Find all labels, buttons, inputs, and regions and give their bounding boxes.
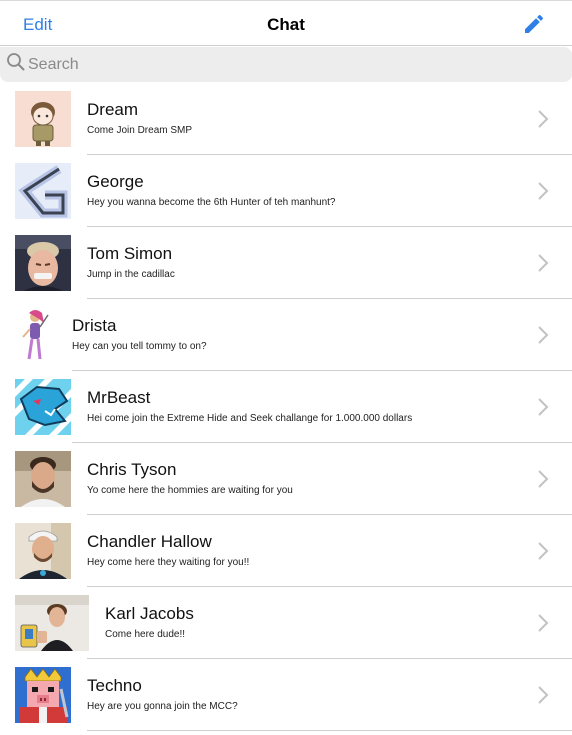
- contact-name: Tom Simon: [87, 244, 173, 263]
- page-title: Chat: [267, 15, 305, 34]
- message-preview: Hei come join the Extreme Hide and Seek …: [87, 413, 413, 424]
- contact-name: Dream: [87, 100, 139, 119]
- chat-row-mrbeast[interactable]: MrBeast Hei come join the Extreme Hide a…: [0, 370, 572, 443]
- message-preview: Hey come here they waiting for you!!: [87, 557, 250, 568]
- chevron-right-icon: [536, 180, 550, 202]
- pencil-icon[interactable]: [522, 12, 546, 36]
- contact-name: Drista: [72, 316, 117, 335]
- chevron-right-icon: [536, 396, 550, 418]
- contact-name: George: [87, 172, 144, 191]
- avatar: [15, 451, 71, 507]
- avatar: [15, 667, 71, 723]
- row-divider: [87, 730, 572, 731]
- chevron-right-icon: [536, 612, 550, 634]
- message-preview: Yo come here the hommies are waiting for…: [87, 485, 293, 496]
- chevron-right-icon: [536, 540, 550, 562]
- message-preview: Hey can you tell tommy to on?: [72, 341, 207, 352]
- avatar: [15, 235, 71, 291]
- navigation-bar: Edit Chat: [0, 1, 572, 46]
- message-preview: Jump in the cadillac: [87, 269, 175, 280]
- chat-row-karl-jacobs[interactable]: Karl Jacobs Come here dude!!: [0, 586, 572, 659]
- message-preview: Hey are you gonna join the MCC?: [87, 701, 238, 712]
- avatar: [15, 91, 71, 147]
- contact-name: Chris Tyson: [87, 460, 177, 479]
- chevron-right-icon: [536, 468, 550, 490]
- message-preview: Come Join Dream SMP: [87, 125, 193, 136]
- avatar: [15, 595, 89, 651]
- search-bar: [0, 47, 572, 82]
- chevron-right-icon: [536, 684, 550, 706]
- avatar: [15, 163, 71, 219]
- search-icon: [6, 52, 26, 72]
- search-input[interactable]: [28, 54, 548, 76]
- contact-name: Chandler Hallow: [87, 532, 212, 551]
- chat-row-drista[interactable]: Drista Hey can you tell tommy to on?: [0, 298, 572, 371]
- chat-row-tom-simon[interactable]: Tom Simon Jump in the cadillac: [0, 226, 572, 299]
- message-preview: Come here dude!!: [105, 629, 186, 640]
- chat-row-george[interactable]: George Hey you wanna become the 6th Hunt…: [0, 154, 572, 227]
- contact-name: Techno: [87, 676, 142, 695]
- chevron-right-icon: [536, 324, 550, 346]
- chat-row-chris-tyson[interactable]: Chris Tyson Yo come here the hommies are…: [0, 442, 572, 515]
- message-preview: Hey you wanna become the 6th Hunter of t…: [87, 197, 336, 208]
- avatar: [15, 523, 71, 579]
- avatar: [15, 307, 55, 363]
- chevron-right-icon: [536, 252, 550, 274]
- chevron-right-icon: [536, 108, 550, 130]
- contact-name: Karl Jacobs: [105, 604, 194, 623]
- chat-row-dream[interactable]: Dream Come Join Dream SMP: [0, 82, 572, 155]
- avatar: [15, 379, 71, 435]
- chat-row-chandler-hallow[interactable]: Chandler Hallow Hey come here they waiti…: [0, 514, 572, 587]
- chat-row-techno[interactable]: Techno Hey are you gonna join the MCC?: [0, 658, 572, 731]
- contact-name: MrBeast: [87, 388, 151, 407]
